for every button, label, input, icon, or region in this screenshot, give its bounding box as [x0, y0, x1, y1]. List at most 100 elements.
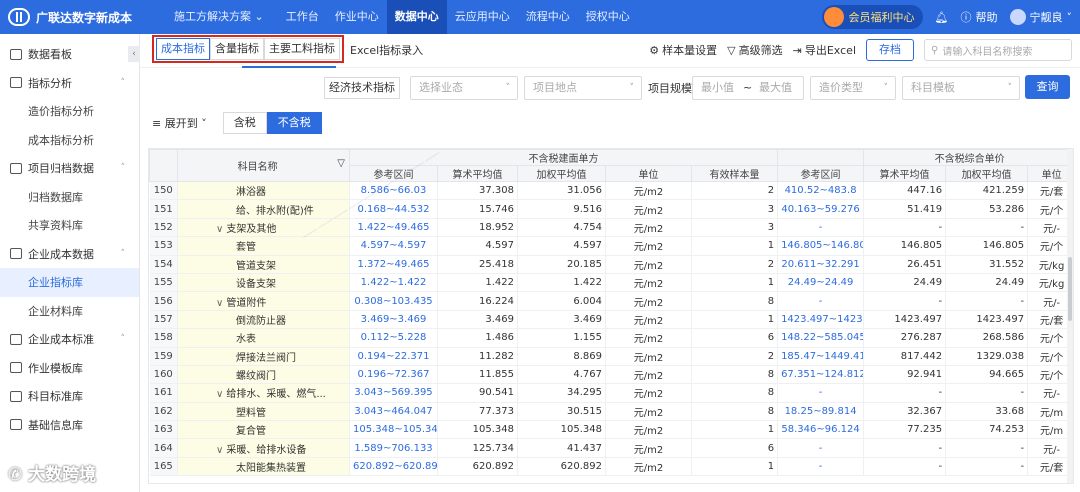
table-row[interactable]: 159 焊接法兰阀门 0.194~22.371 11.282 8.869 元/m2 2 185… [149, 347, 1073, 366]
table-row[interactable]: 158 水表 0.112~5.228 1.486 1.155 元/m2 6 148.22~58… [149, 328, 1073, 348]
archive-button[interactable]: 存档 [866, 39, 914, 61]
cell-r1[interactable]: 0.194~22.371 [349, 347, 438, 366]
column-header-5[interactable]: 参考区间 [777, 165, 865, 182]
cell-r2[interactable]: 67.351~124.812 [777, 365, 865, 385]
location-select[interactable]: 项目地点 ˅ [524, 76, 642, 100]
table-row[interactable]: 163 复合管 105.348~105.348 105.348 105.348 元/m2 1… [149, 420, 1073, 440]
sidebar-item-10[interactable]: 企业成本标准 ˄ [0, 325, 139, 354]
table-row[interactable]: 154 管道支架 1.372~49.465 25.418 20.185 元/m2 2 20.6… [149, 255, 1073, 274]
query-button[interactable]: 查询 [1025, 75, 1070, 99]
cell-r2[interactable]: - [777, 438, 865, 458]
sidebar-item-13[interactable]: 基础信息库 [0, 411, 139, 440]
table-row[interactable]: 156 ∨ 管道附件 0.308~103.435 16.224 6.004 元/m2 8- - -… [149, 291, 1073, 311]
table-row[interactable]: 152 ∨ 支架及其他 1.422~49.465 18.952 4.754 元/m2 3- - -… [149, 218, 1073, 238]
nav-item-0[interactable]: 施工方解决方案 ⌄ [160, 0, 278, 34]
cell-r1[interactable]: 0.112~5.228 [349, 328, 438, 348]
cell-r2[interactable]: 40.163~59.276 [777, 199, 865, 219]
sidebar-item-12[interactable]: 科目标准库 [0, 382, 139, 411]
table-row[interactable]: 150 淋浴器 8.586~66.03 37.308 31.056 元/m2 2 410.52… [149, 181, 1073, 201]
cost-type-select[interactable]: 造价类型 ˅ [810, 76, 896, 100]
cell-r2[interactable]: - [777, 291, 865, 311]
cell-r2[interactable]: 1423.497~1423.4... [777, 310, 865, 330]
cell-r2[interactable]: 146.805~146.805 [777, 236, 865, 256]
cell-r1[interactable]: 3.043~464.047 [349, 402, 438, 422]
chevron-down-icon[interactable]: ∨ [216, 224, 223, 235]
sidebar-item-4[interactable]: 项目归档数据 ˄ [0, 154, 139, 183]
tax-included-toggle[interactable]: 含税 [222, 112, 267, 134]
nav-item-2[interactable]: 作业中心 [327, 0, 387, 34]
table-row[interactable]: 164 ∨ 采暖、给排水设备 1.589~706.133 125.734 41.437 元/… [149, 438, 1073, 458]
sidebar-item-0[interactable]: 数据看板 [0, 40, 139, 69]
metric-economic[interactable]: 经济技术指标 [324, 77, 400, 99]
cell-r2[interactable]: - [777, 218, 865, 238]
metric-cost[interactable]: 成本指标 [156, 38, 210, 60]
business-select[interactable]: 选择业态 ˅ [410, 76, 518, 100]
nav-item-6[interactable]: 授权中心 [578, 0, 638, 34]
tab-excel-entry[interactable]: Excel指标录入 [336, 34, 437, 68]
cell-r1[interactable]: 0.308~103.435 [349, 291, 438, 311]
sidebar-item-1[interactable]: 指标分析 ˄ [0, 69, 139, 98]
cell-r1[interactable]: 0.196~72.367 [349, 365, 438, 385]
column-header-4[interactable]: 有效样本量 [690, 165, 779, 182]
template-select[interactable]: 科目模板 ˅ [902, 76, 1020, 100]
cell-r1[interactable]: 1.422~49.465 [349, 218, 438, 238]
table-row[interactable]: 151 给、排水附(配)件 0.168~44.532 15.746 9.516 元/m2 3… [149, 199, 1073, 219]
vip-button[interactable]: 会员福利中心 [821, 5, 923, 29]
cell-r1[interactable]: 4.597~4.597 [349, 236, 438, 256]
cell-r2[interactable]: 24.49~24.49 [777, 273, 865, 293]
advanced-filter-button[interactable]: ▽ 高级筛选 [727, 42, 782, 58]
cell-r1[interactable]: 3.469~3.469 [349, 310, 438, 330]
cell-r1[interactable]: 1.589~706.133 [349, 438, 438, 458]
chevron-down-icon[interactable]: ∨ [216, 298, 223, 309]
sidebar-item-7[interactable]: 企业成本数据 ˄ [0, 240, 139, 269]
help-button[interactable]: ⓘ 帮助 [961, 9, 998, 25]
sidebar-item-2[interactable]: 造价指标分析 [0, 97, 139, 126]
column-header-6[interactable]: 算术平均值 [863, 165, 947, 182]
cell-r1[interactable]: 0.168~44.532 [349, 199, 438, 219]
cell-r2[interactable]: 185.47~1449.413 [777, 347, 865, 366]
user-menu[interactable]: 宁靓良 ˅ [1009, 9, 1072, 25]
table-row[interactable]: 153 套管 4.597~4.597 4.597 4.597 元/m2 1 146.805~1… [149, 236, 1073, 256]
metric-content[interactable]: 含量指标 [210, 38, 264, 60]
cell-r1[interactable]: 105.348~105.348 [349, 420, 438, 440]
column-header-3[interactable]: 单位 [605, 165, 692, 182]
sidebar-collapse-button[interactable]: ‹ [128, 46, 140, 62]
app-logo[interactable]: 广联达数字新成本 [0, 8, 150, 26]
tax-excluded-toggle[interactable]: 不含税 [266, 112, 322, 134]
sidebar-item-5[interactable]: 归档数据库 [0, 183, 139, 212]
cell-r1[interactable]: 8.586~66.03 [349, 181, 438, 201]
cell-r1[interactable]: 1.422~1.422 [349, 273, 438, 293]
cell-r2[interactable]: 20.611~32.291 [777, 255, 865, 274]
vertical-scrollbar[interactable] [1067, 149, 1073, 483]
export-excel-button[interactable]: ⇥ 导出Excel [793, 42, 856, 58]
subject-name-header[interactable]: 科目名称 ▽ [177, 149, 350, 182]
column-header-7[interactable]: 加权平均值 [945, 165, 1029, 182]
bell-icon[interactable]: 🔔︎ [935, 11, 949, 24]
table-row[interactable]: 161 ∨ 给排水、采暖、燃气... 3.043~569.395 90.541 34.29… [149, 383, 1073, 403]
column-header-2[interactable]: 加权平均值 [517, 165, 606, 182]
table-row[interactable]: 160 螺纹阀门 0.196~72.367 11.855 4.767 元/m2 8 67.35… [149, 365, 1073, 385]
column-header-1[interactable]: 算术平均值 [437, 165, 518, 182]
table-row[interactable]: 165 太阳能集热装置 620.892~620.892 620.892 620.892 元… [149, 457, 1073, 477]
column-header-0[interactable]: 参考区间 [349, 165, 438, 182]
search-input[interactable]: ⚲ 请输入科目名称搜索 [924, 39, 1072, 61]
sidebar-item-9[interactable]: 企业材料库 [0, 297, 139, 326]
table-row[interactable]: 157 倒流防止器 3.469~3.469 3.469 3.469 元/m2 1 1423.4… [149, 310, 1073, 330]
sample-size-button[interactable]: ⚙ 样本量设置 [649, 42, 717, 58]
expand-to-dropdown[interactable]: ≡ 展开到 ˅ [152, 115, 207, 131]
cell-r2[interactable]: 18.25~89.814 [777, 402, 865, 422]
horizontal-scrollbar[interactable] [148, 485, 1074, 491]
table-row[interactable]: 155 设备支架 1.422~1.422 1.422 1.422 元/m2 1 24.49~2… [149, 273, 1073, 293]
sidebar-item-8[interactable]: 企业指标库 [0, 268, 139, 297]
nav-item-1[interactable]: 工作台 [278, 0, 327, 34]
sidebar-item-6[interactable]: 共享资料库 [0, 211, 139, 240]
cell-r2[interactable]: 410.52~483.8 [777, 181, 865, 201]
metric-material[interactable]: 主要工料指标 [264, 38, 340, 60]
nav-item-5[interactable]: 流程中心 [518, 0, 578, 34]
cell-r1[interactable]: 620.892~620.892 [349, 457, 438, 477]
nav-item-4[interactable]: 云应用中心 [447, 0, 518, 34]
chevron-down-icon[interactable]: ∨ [216, 389, 223, 400]
cell-r1[interactable]: 1.372~49.465 [349, 255, 438, 274]
sidebar-item-11[interactable]: 作业模板库 [0, 354, 139, 383]
cell-r2[interactable]: 148.22~585.045 [777, 328, 865, 348]
